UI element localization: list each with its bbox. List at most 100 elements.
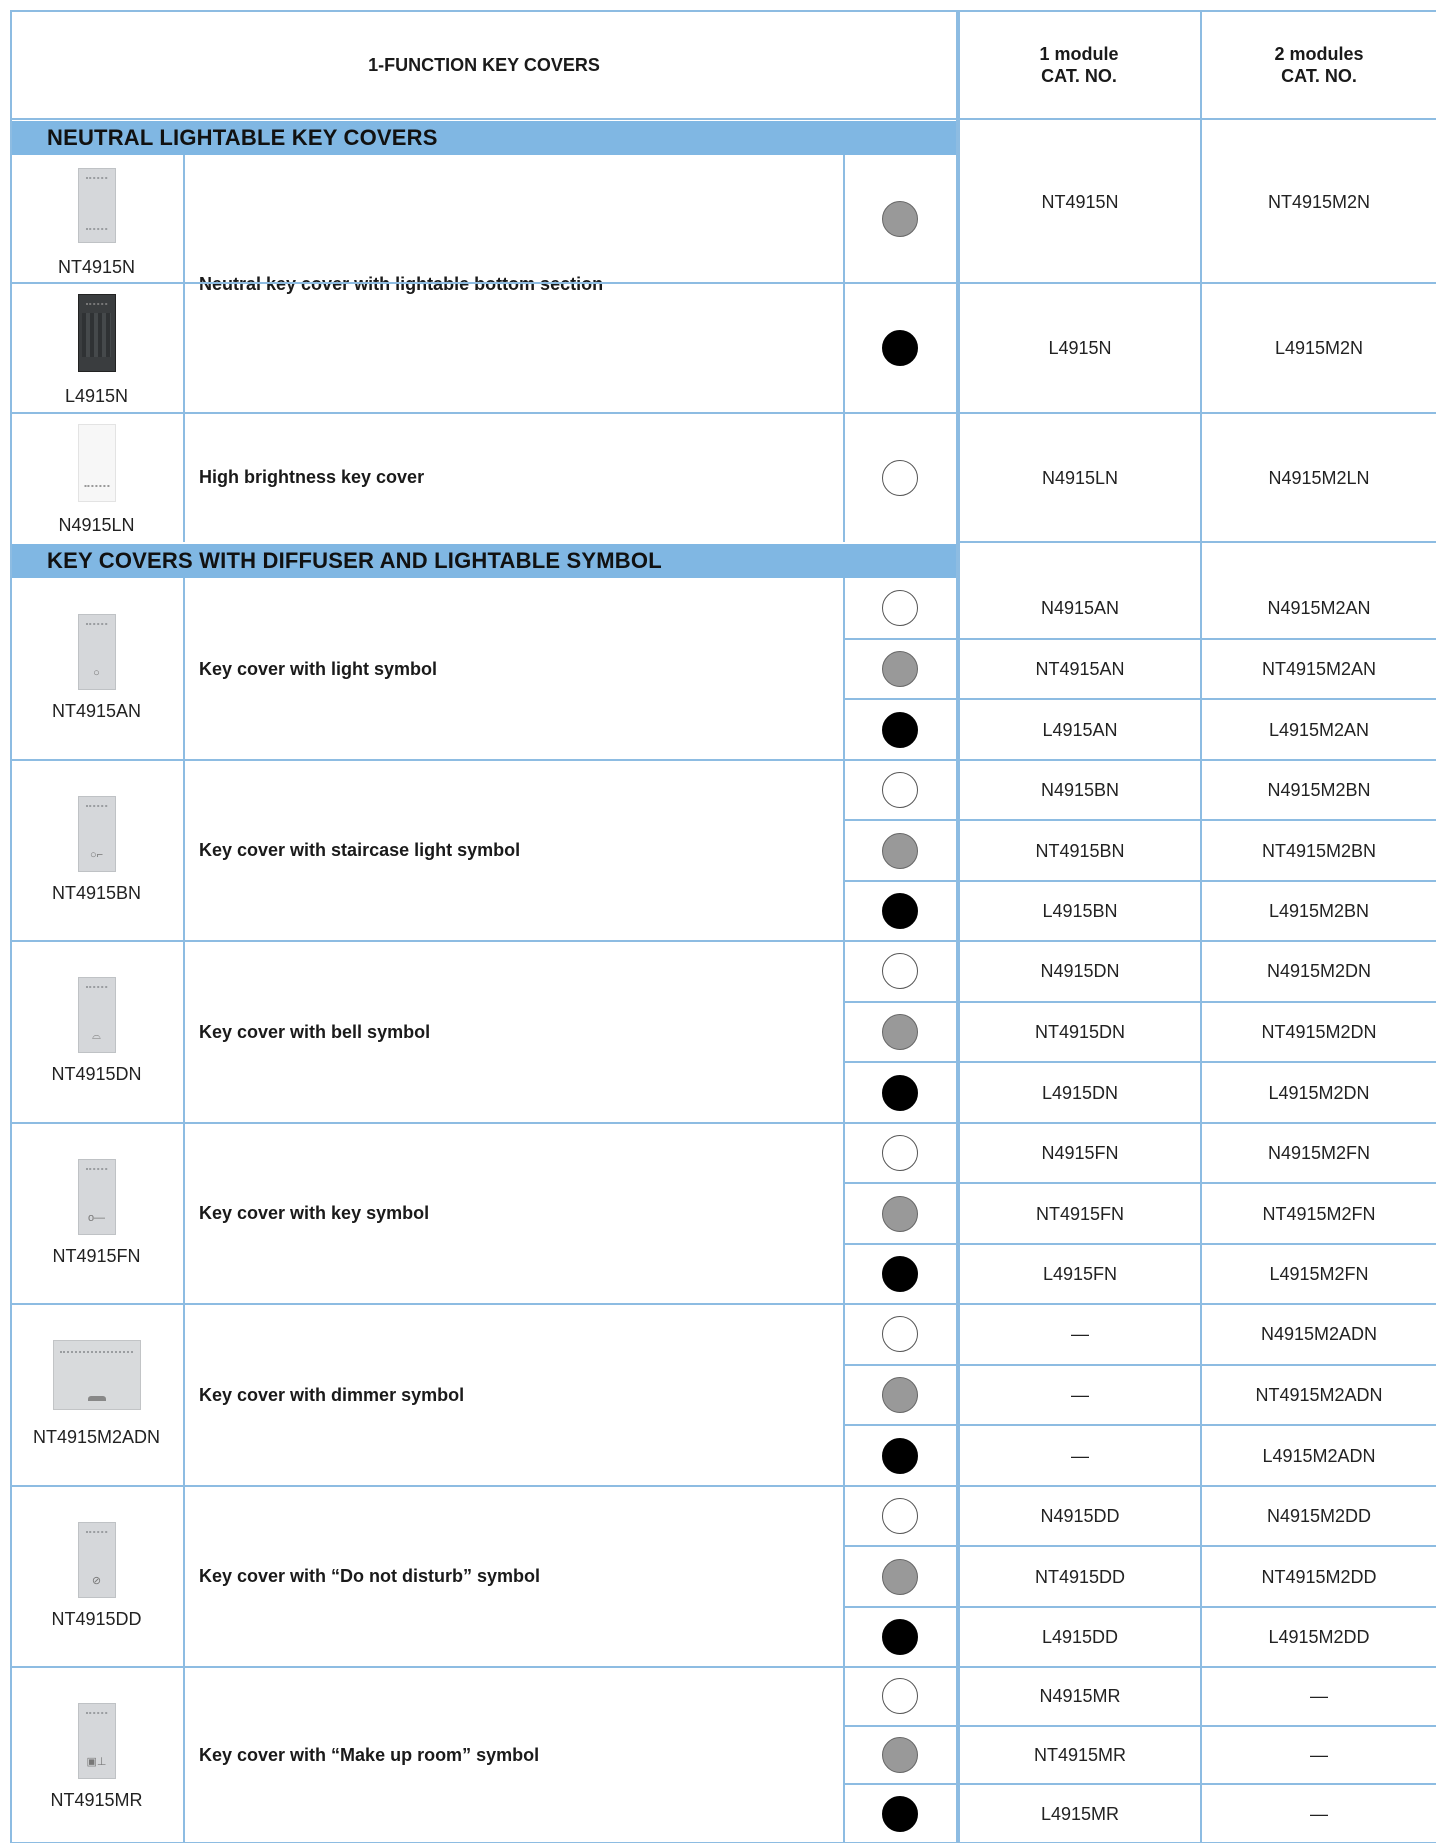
thumbnail-stripes	[82, 313, 111, 357]
catalog-number-2-modules: N4915M2ADN	[1260, 1324, 1378, 1345]
group-description: Key cover with staircase light symbol	[199, 840, 521, 860]
group-thumbnail-1: ○⌐	[77, 796, 116, 872]
finish-dot-grey	[881, 1014, 918, 1050]
catalog-number-1-module: N4915FN	[1041, 1143, 1119, 1164]
catalog-number-2-modules: L4915M2BN	[1268, 900, 1370, 921]
catalog-number-1-module: NT4915DN	[1034, 1022, 1126, 1042]
catalog-number-2-modules: L4915M2AN	[1268, 719, 1370, 740]
catalog-number-2-modules: N4915M2FN	[1267, 1143, 1371, 1164]
group-description: Key cover with dimmer symbol	[199, 1384, 465, 1405]
finish-dot-white	[881, 1498, 918, 1535]
catalog-number-2-modules: N4915M2DD	[1266, 1506, 1372, 1527]
finish-dot-black	[881, 1618, 918, 1655]
catalog-number-1-module: N4915DD	[1040, 1506, 1120, 1527]
thumbnail-dots	[85, 805, 108, 809]
grid-line-horizontal	[10, 118, 1436, 120]
group-description: Key cover with bell symbol	[199, 1021, 431, 1042]
grid-line-vertical	[843, 578, 845, 1843]
catalog-number-1-module: NT4915DD	[1034, 1566, 1126, 1587]
thumbnail-dots	[85, 303, 108, 305]
finish-dot-grey	[881, 1377, 918, 1413]
grid-line-horizontal	[843, 282, 1436, 284]
grid-line-horizontal	[10, 412, 1436, 414]
catalog-number-1-module: NT4915AN	[1035, 659, 1125, 679]
grid-line-horizontal	[843, 1424, 1436, 1427]
group-thumbnail-5: ⊘	[77, 1522, 116, 1598]
catalog-number-1-module: N4915BN	[1040, 780, 1120, 801]
staircase-light-symbol-icon: ○⌐	[89, 849, 104, 861]
finish-dot-black	[881, 330, 918, 366]
column-header-1-module-line1: 1 module	[1039, 44, 1119, 64]
catalog-number-2-modules: NT4915M2DD	[1261, 1566, 1377, 1587]
catalog-number-2-modules: L4915M2DD	[1268, 1626, 1370, 1647]
group-description: Key cover with light symbol	[199, 658, 438, 679]
grid-line-horizontal	[843, 1783, 1436, 1786]
grid-line-horizontal	[843, 879, 1436, 882]
catalog-number-1-module: L4915FN	[1042, 1263, 1118, 1284]
description-neutral-lightable: Neutral key cover with lightable bottom …	[199, 273, 604, 294]
section-title-neutral: NEUTRAL LIGHTABLE KEY COVERS	[47, 125, 438, 150]
do-not-disturb-symbol-icon: ⊘	[91, 1575, 102, 1587]
group-thumbnail-0: ○	[77, 614, 116, 690]
finish-dot-white	[881, 590, 918, 627]
column-header-2-modules: 2 modules CAT. NO.	[1202, 12, 1436, 118]
finish-dot-white	[881, 772, 918, 809]
high-brightness-cover-thumbnail	[77, 424, 116, 502]
thumbnail-dots	[85, 1712, 108, 1716]
thumbnail-dots	[83, 485, 110, 487]
column-header-1-module-line2: CAT. NO.	[1041, 66, 1117, 86]
catalog-number-2-modules: NT4915M2FN	[1262, 1203, 1376, 1224]
group-code-label: NT4915DD	[51, 1609, 142, 1629]
catalog-number-1-module: N4915DN	[1040, 961, 1120, 982]
grid-line-horizontal	[10, 1303, 1436, 1305]
finish-dot-grey	[881, 651, 918, 687]
catalog-number-1-module: NT4915BN	[1035, 840, 1125, 861]
grid-line-horizontal	[956, 541, 1436, 543]
thumbnail-dots	[85, 986, 108, 990]
grid-line-horizontal	[10, 1485, 1436, 1487]
section-band-diffuser: KEY COVERS WITH DIFFUSER AND LIGHTABLE S…	[11, 544, 956, 578]
finish-dot-white	[881, 1316, 918, 1353]
grid-line-horizontal	[10, 282, 843, 284]
catalog-number-2-modules: NT4915M2N	[1267, 192, 1371, 212]
group-code-label: NT4915DN	[51, 1064, 142, 1084]
grid-line-horizontal	[843, 637, 1436, 640]
catalog-number-1-module: L4915DN	[1041, 1082, 1119, 1103]
catalog-number-1-module: N4915AN	[1040, 598, 1120, 619]
key-symbol-icon: o—	[87, 1212, 106, 1224]
catalog-number-2-modules: L4915M2N	[1274, 338, 1364, 358]
catalog-number-1-module: L4915AN	[1042, 719, 1118, 740]
catalog-number-2-modules: —	[1310, 1686, 1328, 1707]
code-label-nt4915n: NT4915N	[57, 257, 136, 277]
catalog-number-1-module: L4915N	[1048, 338, 1112, 358]
code-label-l4915n: L4915N	[64, 386, 129, 406]
grid-line-vertical	[10, 10, 12, 1843]
catalog-number-1-module: L4915DD	[1041, 1626, 1119, 1647]
catalog-number-2-modules: L4915M2DN	[1268, 1082, 1370, 1103]
catalog-number-1-module: L4915BN	[1042, 900, 1118, 921]
catalog-number-2-modules: —	[1310, 1803, 1328, 1824]
grid-line-horizontal	[843, 1182, 1436, 1185]
catalog-table: 1-FUNCTION KEY COVERS 1 module CAT. NO. …	[0, 0, 1436, 1843]
finish-dot-white	[881, 953, 918, 990]
table-title: 1-FUNCTION KEY COVERS	[12, 12, 956, 118]
section-band-neutral: NEUTRAL LIGHTABLE KEY COVERS	[11, 121, 956, 155]
catalog-number-2-modules: L4915M2ADN	[1262, 1445, 1376, 1466]
catalog-number-2-modules: NT4915M2BN	[1261, 840, 1377, 861]
catalog-number-1-module: L4915MR	[1040, 1803, 1120, 1824]
grid-line-horizontal	[10, 1666, 1436, 1668]
grid-line-horizontal	[10, 10, 1436, 12]
catalog-number-1-module: N4915LN	[1041, 467, 1119, 488]
catalog-number-1-module: —	[1071, 1445, 1089, 1466]
catalog-number-2-modules: NT4915M2DN	[1261, 1022, 1377, 1042]
grid-line-vertical	[956, 10, 960, 1843]
thumbnail-dots	[60, 1351, 133, 1353]
group-code-label: NT4915MR	[50, 1790, 143, 1810]
column-header-1-module: 1 module CAT. NO.	[960, 12, 1198, 118]
finish-dot-black	[881, 1795, 918, 1832]
catalog-number-2-modules: N4915M2BN	[1267, 780, 1371, 801]
neutral-cover-thumbnail-nt4915n	[77, 168, 116, 243]
grid-line-horizontal	[843, 1605, 1436, 1608]
dimmer-symbol-icon	[87, 1396, 106, 1401]
grid-line-horizontal	[843, 1545, 1436, 1548]
